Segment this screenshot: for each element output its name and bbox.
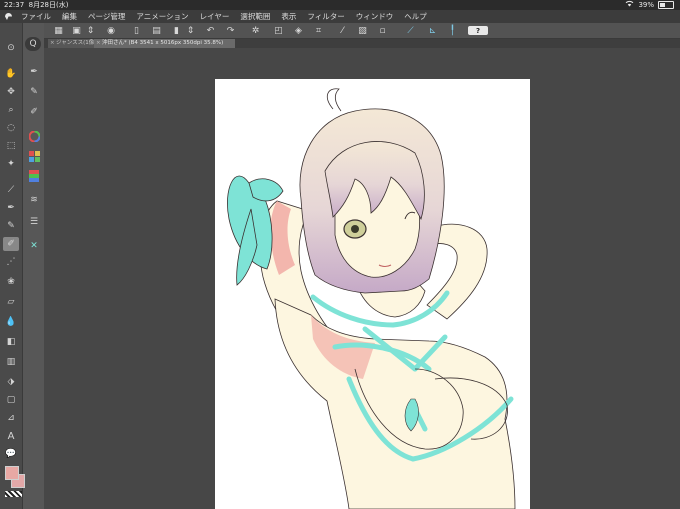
brush-size-icon[interactable]: ≋ [26, 193, 42, 207]
spinner-icon[interactable]: ⇕ [84, 24, 97, 37]
status-date: 8月28日(水) [28, 1, 69, 9]
status-time-date: 22:37 8月28日(水) [4, 0, 68, 10]
tab-document-2[interactable]: × 沖田さん* (B4 3541 x 5016px 350dpi 35.8%) [94, 39, 235, 48]
tab-document-1-label: ジャンスス(1像) [56, 40, 97, 46]
slash-icon[interactable]: ⁄ [336, 24, 349, 37]
drawing-canvas[interactable] [215, 79, 530, 509]
menu-file[interactable]: ファイル [16, 11, 57, 22]
brush-icon[interactable]: ✐ [3, 237, 19, 251]
transparent-color-swatch[interactable] [5, 491, 22, 497]
menu-window[interactable]: ウィンドウ [351, 11, 400, 22]
fill-tool-icon[interactable]: ◧ [3, 335, 19, 349]
status-right: 39% [625, 0, 674, 10]
menu-filter[interactable]: フィルター [302, 11, 350, 22]
fill-icon[interactable]: ◈ [292, 24, 305, 37]
text-icon[interactable]: A [3, 429, 19, 443]
foreground-color-swatch[interactable] [5, 466, 19, 480]
ruler-tool-icon[interactable]: ⊿ [3, 411, 19, 425]
pen-sub-icon[interactable]: ✒ [26, 65, 42, 79]
app-logo-icon[interactable] [0, 10, 16, 23]
frame-icon[interactable]: ▢ [3, 393, 19, 407]
zoom-tool-icon[interactable]: ⌕ [3, 103, 19, 117]
redo-icon[interactable]: ↷ [224, 24, 237, 37]
transform-icon[interactable]: ✲ [249, 24, 262, 37]
layers-icon[interactable]: ☰ [26, 215, 42, 229]
close-icon[interactable]: × [50, 39, 55, 48]
pencil-icon[interactable]: ✎ [3, 219, 19, 233]
move-icon[interactable]: ✥ [3, 85, 19, 99]
new-icon[interactable]: ▯ [130, 24, 143, 37]
panel-divider [22, 23, 23, 509]
gradient-icon[interactable]: ▥ [3, 355, 19, 369]
status-time: 22:37 [4, 1, 25, 9]
color-slider-icon[interactable] [26, 169, 42, 183]
save-icon[interactable]: ▮ [170, 24, 183, 37]
crop-icon[interactable]: ⌗ [312, 24, 325, 37]
menu-page[interactable]: ページ管理 [83, 11, 131, 22]
document-tab-bar: × ジャンスス(1像) × 沖田さん* (B4 3541 x 5016px 350d… [44, 39, 680, 48]
blend-icon[interactable]: 💧 [3, 315, 19, 329]
figure-icon[interactable]: ⬗ [3, 375, 19, 389]
battery-icon [658, 1, 674, 9]
color-set-icon[interactable] [26, 149, 42, 163]
eyedropper-icon[interactable]: ⟋ [3, 183, 19, 197]
eye-icon[interactable]: ◉ [102, 24, 120, 37]
menu-animation[interactable]: アニメーション [131, 11, 194, 22]
hand-icon[interactable]: ✋ [3, 67, 19, 81]
menu-help[interactable]: ヘルプ [399, 11, 433, 22]
tab-document-2-label: 沖田さん* (B4 3541 x 5016px 350dpi 35.8%) [102, 40, 224, 46]
menu-selection[interactable]: 選択範囲 [235, 11, 276, 22]
magnify-icon[interactable]: Q [25, 37, 41, 51]
decoration-icon[interactable]: ❀ [3, 275, 19, 289]
navigator-icon[interactable]: ✕ [26, 239, 42, 253]
color-wheel-icon[interactable] [26, 129, 42, 143]
menu-bar: ファイル 編集 ページ管理 アニメーション レイヤー 選択範囲 表示 フィルター… [0, 10, 680, 23]
zoom-icon[interactable]: ⊙ [3, 41, 19, 55]
pen-icon[interactable]: ╿ [446, 24, 459, 37]
ruler2-icon[interactable]: ⊾ [426, 24, 439, 37]
battery-percent: 39% [638, 1, 654, 9]
grid-icon[interactable]: ▦ [52, 24, 65, 37]
menu-edit[interactable]: 編集 [57, 11, 83, 22]
artwork-illustration [227, 88, 516, 509]
phone-icon[interactable]: ⇕ [184, 24, 197, 37]
undo-icon[interactable]: ↶ [204, 24, 217, 37]
balloon-icon[interactable]: 💬 [3, 447, 19, 461]
airbrush-icon[interactable]: ⋰ [3, 255, 19, 269]
select-rect-icon[interactable]: ⬚ [3, 139, 19, 153]
eraser-icon[interactable]: ▱ [3, 295, 19, 309]
status-bar: 22:37 8月28日(水) 39% [0, 0, 680, 10]
tool-panel: ⊙ ✋ ✥ ⌕ ◌ ⬚ ✦ ⟋ ✒ ✎ ✐ ⋰ ❀ ▱ 💧 ◧ ▥ ⬗ ▢ ⊿ … [0, 23, 44, 509]
wifi-icon [625, 0, 634, 10]
marker-icon[interactable]: ✎ [26, 85, 42, 99]
select-icon[interactable]: ▧ [356, 24, 369, 37]
pen-tool-icon[interactable]: ✒ [3, 201, 19, 215]
menu-layer[interactable]: レイヤー [195, 11, 236, 22]
help-button[interactable]: ? [468, 26, 488, 35]
ruler-icon[interactable]: ⟋ [404, 24, 417, 37]
open-icon[interactable]: ▤ [150, 24, 163, 37]
close-icon[interactable]: × [96, 39, 101, 48]
brush-sub-icon[interactable]: ✐ [26, 105, 42, 119]
clear-icon[interactable]: ◰ [272, 24, 285, 37]
wand-icon[interactable]: ✦ [3, 157, 19, 171]
menu-view[interactable]: 表示 [276, 11, 302, 22]
trash-icon[interactable]: ▫ [376, 24, 389, 37]
select-lasso-icon[interactable]: ◌ [3, 121, 19, 135]
canvas-icon[interactable]: ▣ [70, 24, 83, 37]
command-bar: ▦ ▣ ⇕ ◉ ▯ ▤ ▮ ⇕ ↶ ↷ ✲ ◰ ◈ ⌗ ⁄ ▧ ▫ ⟋ ⊾ ╿ … [44, 23, 680, 39]
